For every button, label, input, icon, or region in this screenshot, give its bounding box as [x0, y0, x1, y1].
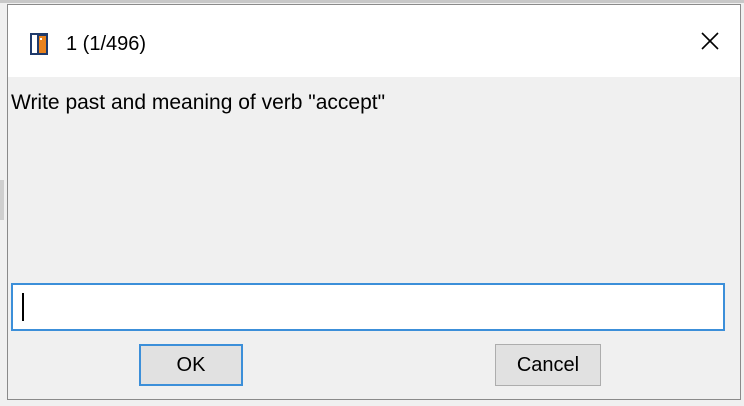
title-bar: 1 (1/496) [8, 5, 740, 77]
question-prompt: Write past and meaning of verb "accept" [11, 91, 386, 114]
input-dialog: 1 (1/496) [7, 4, 741, 400]
cancel-button[interactable]: Cancel [495, 344, 601, 386]
text-caret [22, 293, 24, 321]
app-book-icon [30, 33, 48, 55]
close-icon [701, 32, 719, 50]
answer-input[interactable] [11, 283, 725, 331]
window-title: 1 (1/496) [66, 33, 147, 55]
ok-button[interactable]: OK [139, 344, 243, 386]
backdrop-side-edge [0, 180, 4, 220]
close-button[interactable] [680, 5, 740, 77]
backdrop-edge [0, 0, 744, 3]
